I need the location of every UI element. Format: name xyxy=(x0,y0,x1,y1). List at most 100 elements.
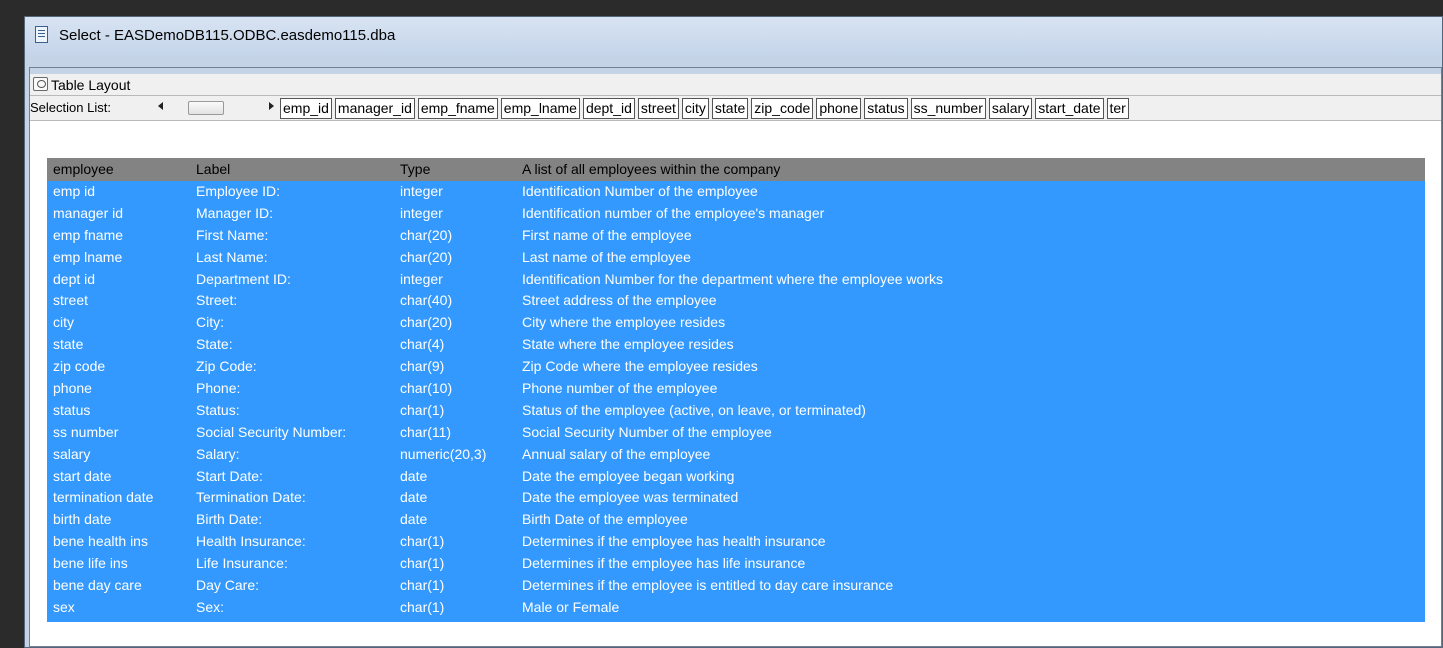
selection-column-button[interactable]: emp_fname xyxy=(417,98,498,119)
column-name: city xyxy=(53,314,74,331)
column-label: Department ID: xyxy=(196,270,291,287)
column-description: Date the employee was terminated xyxy=(522,489,739,506)
selection-column-button[interactable]: state xyxy=(711,98,749,119)
selection-column-button[interactable]: ter xyxy=(1106,98,1129,119)
column-label: Termination Date: xyxy=(196,489,306,506)
main-window: Select - EASDemoDB115.ODBC.easdemo115.db… xyxy=(24,16,1443,648)
selection-columns: emp_id manager_id emp_fname emp_lname dept_i… xyxy=(280,98,1129,119)
column-type: char(11) xyxy=(400,423,452,440)
selection-column-button[interactable]: zip_code xyxy=(751,98,814,119)
grid-row[interactable]: bene health ins Health Insurance: char(1) D… xyxy=(47,531,1425,553)
grid-row[interactable]: dept id Department ID: integer Identificati… xyxy=(47,269,1425,291)
column-name: phone xyxy=(53,380,92,397)
column-description: Street address of the employee xyxy=(522,292,717,309)
grid-row[interactable]: status Status: char(1) Status of the employ… xyxy=(47,400,1425,422)
column-type: char(1) xyxy=(400,401,445,418)
grid-row[interactable]: termination date Termination Date: date Dat… xyxy=(47,487,1425,509)
column-type: char(1) xyxy=(400,533,445,550)
column-type: integer xyxy=(400,204,443,221)
grid-row[interactable]: bene day care Day Care: char(1) Determines … xyxy=(47,575,1425,597)
column-label: Last Name: xyxy=(196,248,268,265)
selection-scrollbar[interactable] xyxy=(150,101,278,115)
header-label[interactable]: Label xyxy=(196,158,230,181)
column-label: Salary: xyxy=(196,445,240,462)
grid-row[interactable]: zip code Zip Code: char(9) Zip Code where t… xyxy=(47,356,1425,378)
column-name: salary xyxy=(53,445,91,462)
pane-title-bar[interactable]: Table Layout xyxy=(30,74,1441,96)
selection-column-button[interactable]: ss_number xyxy=(910,98,986,119)
column-name: status xyxy=(53,401,91,418)
grid-body: emp id Employee ID: integer Identification … xyxy=(47,181,1425,622)
column-name: termination date xyxy=(53,489,154,506)
grid-row[interactable]: street Street: char(40) Street address of t… xyxy=(47,290,1425,312)
column-description: State where the employee resides xyxy=(522,336,734,353)
column-description: Identification number of the employee's … xyxy=(522,204,825,221)
grid-row[interactable]: city City: char(20) City where the employee… xyxy=(47,312,1425,334)
column-description: City where the employee resides xyxy=(522,314,726,331)
scroll-right-icon[interactable] xyxy=(269,102,274,110)
table-layout-pane: Table Layout Selection List: emp_id manag… xyxy=(29,67,1442,647)
column-description: Status of the employee (active, on leave… xyxy=(522,401,866,418)
header-description[interactable]: A list of all employees within the compa… xyxy=(522,158,780,181)
grid-row[interactable]: state State: char(4) State where the employ… xyxy=(47,334,1425,356)
column-name: birth date xyxy=(53,511,112,528)
column-type: numeric(20,3) xyxy=(400,445,487,462)
column-type: integer xyxy=(400,270,443,287)
column-type: char(1) xyxy=(400,598,445,615)
column-label: Zip Code: xyxy=(196,358,257,375)
grid-row[interactable]: emp fname First Name: char(20) First name o… xyxy=(47,225,1425,247)
column-description: Male or Female xyxy=(522,598,620,615)
column-type: char(20) xyxy=(400,248,453,265)
grid-row[interactable]: ss number Social Security Number: char(11)… xyxy=(47,422,1425,444)
column-name: zip code xyxy=(53,358,106,375)
column-name: emp fname xyxy=(53,226,124,243)
grid-row[interactable]: manager id Manager ID: integer Identificati… xyxy=(47,203,1425,225)
selection-column-button[interactable]: emp_lname xyxy=(500,98,580,119)
column-name: ss number xyxy=(53,423,119,440)
title-bar[interactable]: Select - EASDemoDB115.ODBC.easdemo115.db… xyxy=(25,17,1442,57)
columns-grid: employee Label Type A list of all employ… xyxy=(47,158,1425,622)
window-title: Select - EASDemoDB115.ODBC.easdemo115.db… xyxy=(59,27,396,44)
grid-row[interactable]: phone Phone: char(10) Phone number of the e… xyxy=(47,378,1425,400)
scroll-left-icon[interactable] xyxy=(158,102,163,110)
grid-row[interactable]: salary Salary: numeric(20,3) Annual salary … xyxy=(47,444,1425,466)
selection-column-button[interactable]: street xyxy=(637,98,679,119)
column-name: emp lname xyxy=(53,248,123,265)
column-label: Sex: xyxy=(196,598,225,615)
column-label: Life Insurance: xyxy=(196,555,288,572)
column-label: Phone: xyxy=(196,380,241,397)
column-label: First Name: xyxy=(196,226,269,243)
column-type: integer xyxy=(400,183,443,199)
header-employee[interactable]: employee xyxy=(53,158,114,181)
selection-column-button[interactable]: dept_id xyxy=(582,98,635,119)
column-description: Annual salary of the employee xyxy=(522,445,711,462)
selection-column-button[interactable]: start_date xyxy=(1035,98,1104,119)
selection-column-button[interactable]: emp_id xyxy=(280,98,332,119)
selection-column-button[interactable]: status xyxy=(864,98,908,119)
column-type: char(40) xyxy=(400,292,453,309)
selection-column-button[interactable]: city xyxy=(681,98,709,119)
grid-row[interactable]: sex Sex: char(1) Male or Female xyxy=(47,597,1425,619)
column-label: State: xyxy=(196,336,233,353)
column-description: Identification Number of the employee xyxy=(522,183,758,199)
column-type: char(1) xyxy=(400,555,445,572)
grid-row[interactable]: emp lname Last Name: char(20) Last name of … xyxy=(47,247,1425,269)
column-name: bene life ins xyxy=(53,555,128,572)
selection-list-bar: Selection List: emp_id manager_id emp_fnam… xyxy=(30,96,1441,121)
column-label: Birth Date: xyxy=(196,511,263,528)
selection-column-button[interactable]: phone xyxy=(816,98,862,119)
column-name: bene health ins xyxy=(53,533,148,550)
column-description: Phone number of the employee xyxy=(522,380,718,397)
column-label: Day Care: xyxy=(196,577,260,594)
column-label: Street: xyxy=(196,292,238,309)
column-name: start date xyxy=(53,467,112,484)
grid-row[interactable]: birth date Birth Date: date Birth Date of t… xyxy=(47,509,1425,531)
grid-row[interactable]: bene life ins Life Insurance: char(1) Deter… xyxy=(47,553,1425,575)
grid-row[interactable]: start date Start Date: date Date the employ… xyxy=(47,466,1425,488)
header-type[interactable]: Type xyxy=(400,158,430,181)
column-name: manager id xyxy=(53,204,124,221)
scroll-thumb[interactable] xyxy=(188,101,224,115)
selection-column-button[interactable]: manager_id xyxy=(334,98,415,119)
selection-column-button[interactable]: salary xyxy=(988,98,1033,119)
grid-row[interactable]: emp id Employee ID: integer Identification … xyxy=(47,181,1425,203)
